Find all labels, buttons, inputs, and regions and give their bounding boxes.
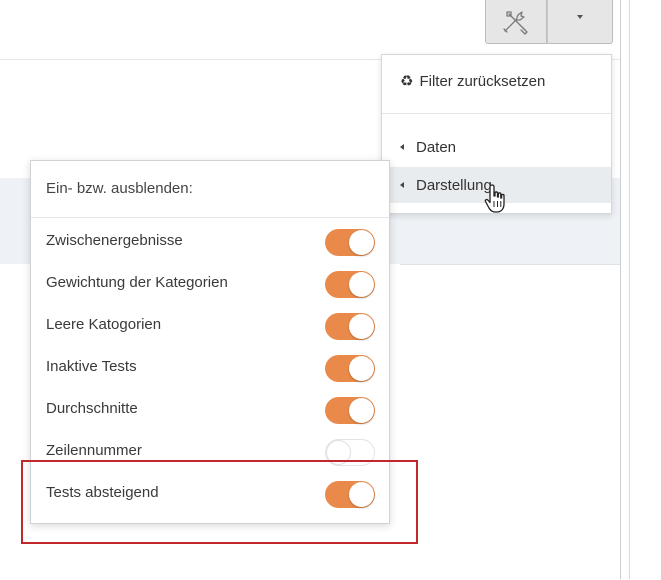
toggle-switch[interactable]	[325, 229, 375, 256]
caret-down-icon	[577, 14, 583, 19]
menu-divider	[382, 113, 611, 114]
menu-item-daten[interactable]: Daten	[382, 129, 611, 165]
toggle-label: Leere Katogorien	[46, 316, 162, 333]
reset-filter-item[interactable]: ♻ Filter zurücksetzen	[382, 63, 611, 99]
toggle-knob	[349, 230, 374, 255]
dropdown-toggle-button[interactable]	[547, 0, 613, 44]
toggle-switch[interactable]	[325, 271, 375, 298]
submenu-title: Ein- bzw. ausblenden:	[46, 180, 193, 197]
toggle-label: Durchschnitte	[46, 400, 138, 417]
toggle-switch[interactable]	[325, 355, 375, 382]
recycle-icon: ♻	[400, 72, 414, 90]
toggle-knob	[349, 272, 374, 297]
divider	[620, 0, 621, 579]
tools-icon	[503, 10, 528, 35]
toggle-switch[interactable]	[325, 313, 375, 340]
menu-item-label: Filter zurücksetzen	[419, 72, 546, 90]
submenu-divider	[31, 217, 389, 218]
toggle-row-leere-kategorien[interactable]: Leere Katogorien	[31, 305, 389, 347]
menu-item-label: Darstellung	[416, 176, 492, 194]
toggle-row-durchschnitte[interactable]: Durchschnitte	[31, 389, 389, 431]
toggle-label: Inaktive Tests	[46, 358, 137, 375]
hand-cursor-icon	[484, 184, 505, 213]
toggle-row-inaktive-tests[interactable]: Inaktive Tests	[31, 347, 389, 389]
toggle-knob	[349, 398, 374, 423]
toggle-row-gewichtung[interactable]: Gewichtung der Kategorien	[31, 263, 389, 305]
tools-button[interactable]	[485, 0, 547, 44]
content-panel	[400, 264, 620, 580]
highlight-box	[21, 460, 418, 544]
toggle-label: Zwischenergebnisse	[46, 232, 183, 249]
toggle-label: Gewichtung der Kategorien	[46, 274, 228, 291]
toggle-knob	[349, 356, 374, 381]
toggle-knob	[349, 314, 374, 339]
toggle-label: Zeilennummer	[46, 442, 142, 459]
menu-item-label: Daten	[416, 138, 457, 156]
caret-left-icon	[400, 182, 404, 188]
toggle-row-zwischenergebnisse[interactable]: Zwischenergebnisse	[31, 221, 389, 263]
caret-left-icon	[400, 144, 404, 150]
scrollbar-track[interactable]	[629, 0, 630, 579]
toggle-switch[interactable]	[325, 397, 375, 424]
